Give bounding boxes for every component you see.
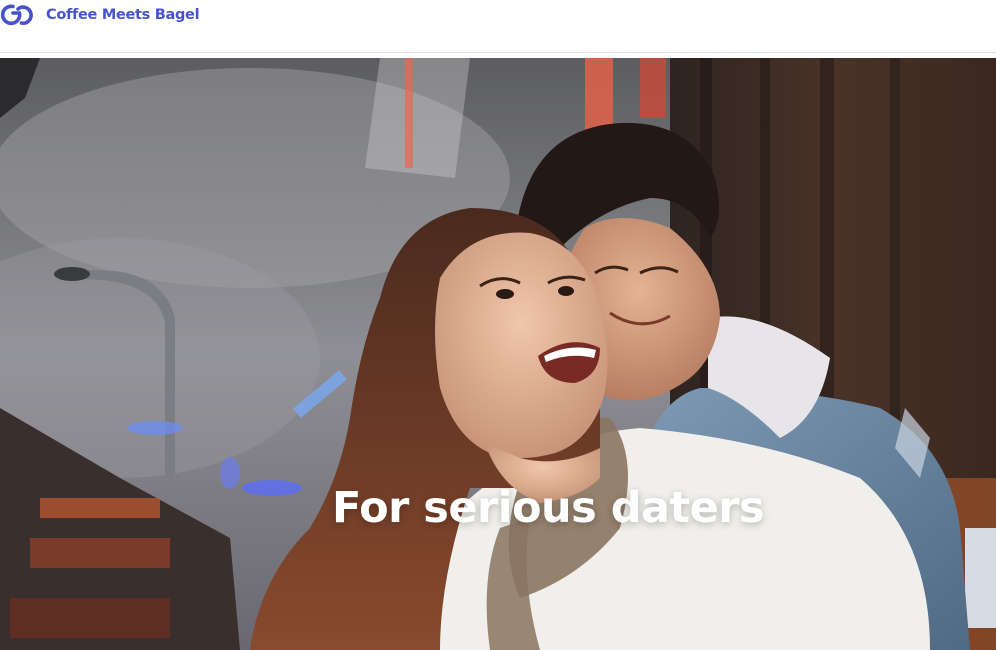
cmb-logo-icon [0,4,33,26]
hero-headline: For serious daters [331,482,765,533]
hero-section: For serious daters [0,58,996,650]
hero-couple-photo [0,58,996,650]
brand-name: Coffee Meets Bagel [46,7,200,23]
logo-link[interactable]: Coffee Meets Bagel [0,2,200,28]
site-header: Coffee Meets Bagel [0,0,996,53]
